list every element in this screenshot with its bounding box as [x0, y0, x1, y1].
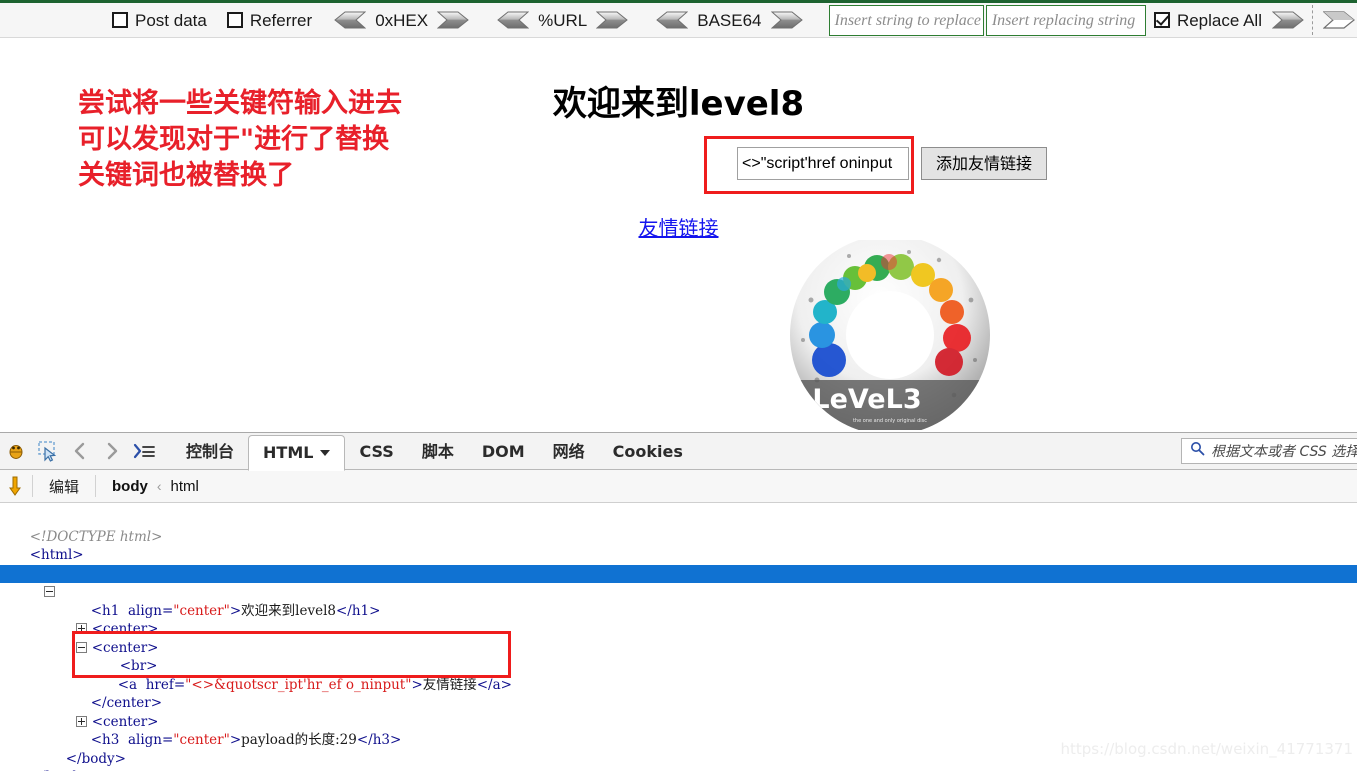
- replace-with-input[interactable]: Insert replacing string: [985, 4, 1146, 36]
- hex-encoder-label: 0xHEX: [375, 10, 429, 30]
- referrer-checkbox[interactable]: Referrer: [226, 10, 313, 30]
- hackbar-toolbar: Post data Referrer 0xHEX %URL BASE64 Ins…: [0, 0, 1357, 38]
- replace-all-label: Replace All: [1176, 10, 1262, 30]
- tree-row[interactable]: <h3 align="center">payload的长度:29</h3>: [0, 713, 1357, 748]
- search-icon: [1190, 441, 1205, 461]
- friend-link-anchor[interactable]: 友情链接: [0, 212, 1357, 241]
- chevron-right-icon[interactable]: [1271, 11, 1306, 29]
- tab-dom[interactable]: DOM: [468, 434, 539, 470]
- chevron-left-icon[interactable]: [332, 11, 367, 29]
- chevron-down-icon[interactable]: [320, 449, 331, 456]
- devtools-search-placeholder: 根据文本或者 CSS 选择: [1211, 444, 1357, 460]
- tab-html-label: HTML: [263, 442, 314, 462]
- chevron-right-icon[interactable]: [770, 11, 805, 29]
- friend-link-label: 友情链接: [638, 216, 719, 240]
- chevron-right-icon[interactable]: [436, 11, 471, 29]
- breadcrumb-item-body[interactable]: body: [96, 478, 157, 495]
- toolbar-divider: [1312, 5, 1313, 35]
- replace-target-input[interactable]: Insert string to replace: [828, 4, 984, 36]
- html-source-tree[interactable]: <!DOCTYPE html> <html> <head> <body> <h1…: [0, 503, 1357, 771]
- logo-text: LeVeL3: [812, 384, 921, 415]
- url-encoder-label: %URL: [538, 10, 588, 30]
- devtools-tab-list: 控制台 HTML CSS 脚本 DOM 网络 Cookies: [172, 433, 697, 471]
- nav-forward-icon[interactable]: [96, 436, 128, 466]
- nav-back-icon[interactable]: [64, 436, 96, 466]
- add-friend-link-button[interactable]: 添加友情链接: [921, 147, 1047, 180]
- tab-html[interactable]: HTML: [248, 434, 346, 471]
- firebug-activation-icon[interactable]: [0, 471, 32, 501]
- url-encoder-group: %URL: [495, 11, 630, 29]
- post-data-checkbox-box[interactable]: [112, 12, 128, 28]
- tree-row[interactable]: <br>: [0, 639, 1357, 674]
- tab-cookies[interactable]: Cookies: [599, 434, 697, 470]
- referrer-checkbox-box[interactable]: [226, 12, 243, 28]
- post-data-label: Post data: [135, 10, 207, 30]
- chevron-right-icon[interactable]: [595, 11, 630, 29]
- hex-encoder-group: 0xHEX: [332, 11, 471, 29]
- tree-row[interactable]: <center>: [0, 694, 1357, 730]
- watermark-text: https://blog.csdn.net/weixin_41771371: [1060, 740, 1353, 758]
- firebug-devtools-panel: 控制台 HTML CSS 脚本 DOM 网络 Cookies 根据文本或者 CS…: [0, 432, 1357, 771]
- tree-row[interactable]: </center>: [0, 676, 1357, 711]
- tree-row[interactable]: <center>: [0, 620, 1357, 656]
- page-title: 欢迎来到level8: [552, 84, 805, 124]
- firebug-bug-icon[interactable]: [0, 436, 32, 466]
- breadcrumb-item-html[interactable]: html: [162, 478, 208, 495]
- chevron-left-icon[interactable]: [654, 11, 689, 29]
- level3-disc-logo: LeVeL3 the one and only original disc: [789, 240, 992, 430]
- devtools-search-input[interactable]: 根据文本或者 CSS 选择: [1181, 438, 1357, 464]
- devtools-tabbar: 控制台 HTML CSS 脚本 DOM 网络 Cookies 根据文本或者 CS…: [0, 433, 1357, 471]
- tree-row[interactable]: <head>: [0, 546, 1357, 582]
- console-toggle-icon[interactable]: [128, 436, 160, 466]
- tab-css[interactable]: CSS: [345, 434, 407, 470]
- friend-link-input[interactable]: <>"script'href oninput: [737, 147, 909, 180]
- replace-all-checkbox-box[interactable]: [1153, 12, 1170, 28]
- tab-script[interactable]: 脚本: [408, 434, 468, 470]
- tree-row[interactable]: <html>: [0, 528, 1357, 563]
- tab-network[interactable]: 网络: [539, 434, 599, 470]
- chevron-left-icon[interactable]: [495, 11, 530, 29]
- tree-row[interactable]: <h1 align="center">欢迎来到level8</h1>: [0, 583, 1357, 619]
- base64-encoder-group: BASE64: [654, 11, 804, 29]
- tree-row-selected[interactable]: <body>: [0, 564, 1357, 600]
- base64-encoder-label: BASE64: [697, 10, 762, 30]
- replace-all-checkbox[interactable]: Replace All: [1153, 10, 1262, 30]
- chevron-right-outline-icon[interactable]: [1322, 11, 1357, 29]
- browser-page-content: 尝试将一些关键符输入进去 可以发现对于"进行了替换 关键词也被替换了 欢迎来到l…: [0, 38, 1357, 432]
- devtools-breadcrumb-bar: 编辑 body ‹ html: [0, 470, 1357, 503]
- svg-text:the one and only original disc: the one and only original disc: [853, 418, 927, 424]
- inspect-element-icon[interactable]: [32, 436, 64, 466]
- tree-row[interactable]: <center>: [0, 602, 1357, 637]
- tree-row[interactable]: <a href="<>&quotscr_ipt'hr_ef o_ninput">…: [0, 657, 1357, 693]
- tab-console[interactable]: 控制台: [172, 434, 248, 470]
- referrer-label: Referrer: [249, 10, 313, 30]
- tree-row[interactable]: <!DOCTYPE html>: [0, 509, 1357, 545]
- post-data-checkbox[interactable]: Post data: [112, 12, 207, 29]
- edit-button[interactable]: 编辑: [33, 476, 95, 497]
